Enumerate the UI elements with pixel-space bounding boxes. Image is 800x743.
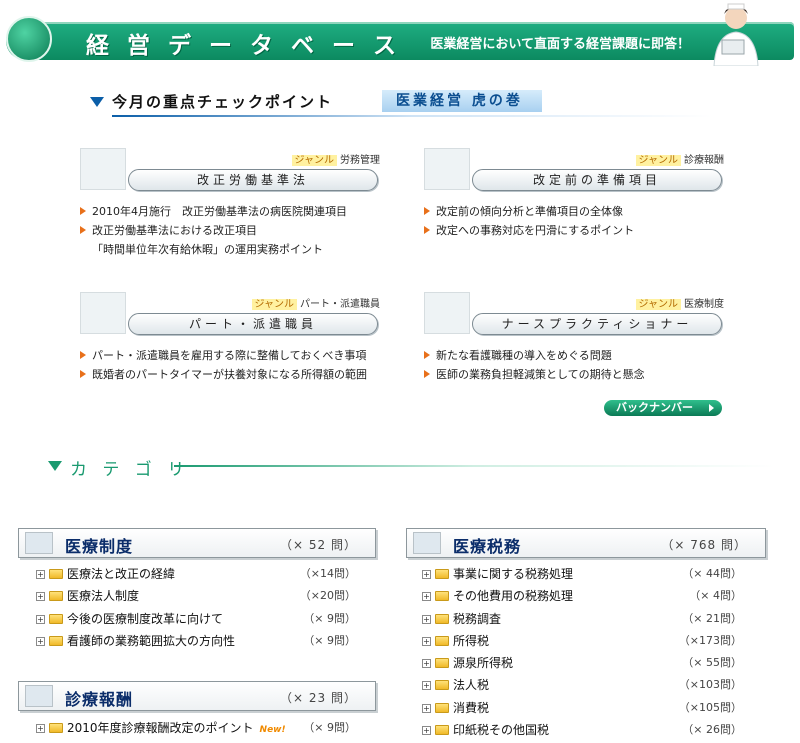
topic-title-button[interactable]: ナースプラクティショナー [472,313,722,335]
topic-link[interactable]: 改定への事務対応を円滑にするポイント [424,221,744,240]
folder-icon [49,569,63,579]
category-list-medical-fees: +2010年度診療報酬改定のポイント New! （× 9問） [36,717,356,739]
page-subtitle: 医業経営において直面する経営課題に即答！ [430,37,690,52]
topic-links: パート・派遣職員を雇用する際に整備しておくべき事項 既婚者のパートタイマーが扶養… [80,346,400,384]
category-box-title: 診療報酬 [65,690,134,709]
category-list-medical-tax: + 事業に関する税務処理 （× 44問） + その他費用の税務処理 （× 4問） + 税務… [422,563,742,741]
list-item[interactable]: + 所得税 （×173問） [422,630,742,652]
folder-icon [435,702,449,713]
folder-icon [435,635,449,646]
topic-thumbnail [424,148,470,190]
topic-links: 新たな看護職種の導入をめぐる問題 医師の業務負担軽減策としての期待と懸念 [424,346,744,384]
list-item[interactable]: + 事業に関する税務処理 （× 44問） [422,563,742,585]
list-item[interactable]: + 医療法と改正の経緯 （×14問） [36,563,356,585]
heading-underline [112,115,712,117]
category-box-count: （× 768 問） [661,538,747,552]
topic-link[interactable]: 既婚者のパートタイマーが扶養対象になる所得額の範囲 [80,365,400,384]
category-list-medical-system: + 医療法と改正の経緯 （×14問） + 医療法人制度 （×20問） + 今後の医療制度改… [36,563,356,652]
stethoscope-icon [25,532,53,554]
list-item[interactable]: + 税務調査 （× 21問） [422,608,742,630]
topic-link[interactable]: パート・派遣職員を雇用する際に整備しておくべき事項 [80,346,400,365]
category-box-count: （× 23 問） [280,691,357,705]
topic-link[interactable]: 新たな看護職種の導入をめぐる問題 [424,346,744,365]
volume-label: 医業経営 虎の巻 [382,90,542,112]
back-number-label: バックナンバー [616,401,693,414]
header-logo-circle [6,16,52,62]
genre-label: ジャンル 医療制度 [635,295,724,310]
expand-icon: + [36,724,45,733]
expand-icon: + [36,636,45,646]
expand-icon: + [422,659,431,669]
genre-label: ジャンル 診療報酬 [635,151,724,166]
folder-icon [435,569,449,579]
new-badge: New! [259,725,286,735]
folder-icon [435,725,449,736]
folder-icon [435,680,449,691]
expand-icon: + [422,592,431,602]
expand-icon: + [422,703,431,713]
topic-thumbnail [424,292,470,334]
expand-icon: + [422,636,431,646]
category-box-title: 医療制度 [65,537,134,556]
checkpoint-title: 今月の重点チェックポイント [112,93,334,111]
topic-link[interactable]: 改正労働基準法における改正項目 [80,221,400,240]
nurse-illustration [713,3,759,66]
page-title: 経 営 デ ー タ ベ ー ス [86,33,402,59]
list-item[interactable]: + 今後の医療制度改革に向けて （× 9問） [36,608,356,630]
topic-thumbnail [80,292,126,334]
expand-icon: + [422,570,431,579]
folder-icon [435,591,449,602]
folder-icon [435,658,449,669]
arrow-right-icon [709,404,714,412]
category-box-count: （× 52 問） [280,538,357,552]
topic-thumbnail [80,148,126,190]
list-item[interactable]: + 看護師の業務範囲拡大の方向性 （× 9問） [36,630,356,652]
topic-link[interactable]: 医師の業務負担軽減策としての期待と懸念 [424,365,744,384]
folder-icon [49,613,63,624]
folder-icon [49,723,63,733]
triangle-down-icon [48,461,62,471]
back-number-button[interactable]: バックナンバー [604,400,722,416]
heading-underline [174,465,774,467]
expand-icon: + [422,726,431,736]
topic-title-button[interactable]: パート・派遣職員 [128,313,378,335]
category-box-medical-fees[interactable]: 診療報酬 （× 23 問） [18,681,376,711]
list-item[interactable]: + 法人税 （×103問） [422,674,742,696]
topic-link-continuation[interactable]: 「時間単位年次有給休暇」の運用実務ポイント [80,240,400,259]
category-box-medical-system[interactable]: 医療制度 （× 52 問） [18,528,376,558]
checkpoint-heading: 今月の重点チェックポイント 医業経営 虎の巻 [90,87,712,119]
list-item[interactable]: + その他費用の税務処理 （× 4問） [422,585,742,607]
expand-icon: + [422,681,431,691]
genre-label: ジャンル 労務管理 [291,151,380,166]
category-heading: カ テ ゴ リ [48,455,774,481]
folder-icon [435,613,449,624]
topic-link[interactable]: 改定前の傾向分析と準備項目の全体像 [424,202,744,221]
chart-icon [25,685,53,707]
genre-label: ジャンル パート・派遣職員 [251,295,380,310]
expand-icon: + [422,614,431,624]
expand-icon: + [36,614,45,624]
list-item[interactable]: + 医療法人制度 （×20問） [36,585,356,607]
folder-icon [49,635,63,646]
header-banner: 経 営 デ ー タ ベ ー ス 医業経営において直面する経営課題に即答！ [0,0,800,66]
list-item[interactable]: + 印紙税その他国税 （× 26問） [422,719,742,741]
expand-icon: + [36,570,45,579]
category-box-medical-tax[interactable]: 医療税務 （× 768 問） [406,528,766,558]
topic-link[interactable]: 2010年4月施行 改正労働基準法の病医院関連項目 [80,202,400,221]
topic-title-button[interactable]: 改定前の準備項目 [472,169,722,191]
topic-links: 2010年4月施行 改正労働基準法の病医院関連項目 改正労働基準法における改正項… [80,202,400,259]
triangle-down-icon [90,97,104,107]
expand-icon: + [36,592,45,602]
category-box-title: 医療税務 [453,537,522,556]
list-item[interactable]: + 源泉所得税 （× 55問） [422,652,742,674]
topic-title-button[interactable]: 改正労働基準法 [128,169,378,191]
coin-icon [413,532,441,554]
topic-links: 改定前の傾向分析と準備項目の全体像 改定への事務対応を円滑にするポイント [424,202,744,240]
list-item[interactable]: + 消費税 （×105問） [422,697,742,719]
category-title: カ テ ゴ リ [70,460,190,480]
list-item[interactable]: +2010年度診療報酬改定のポイント New! （× 9問） [36,717,356,739]
folder-icon [49,591,63,602]
